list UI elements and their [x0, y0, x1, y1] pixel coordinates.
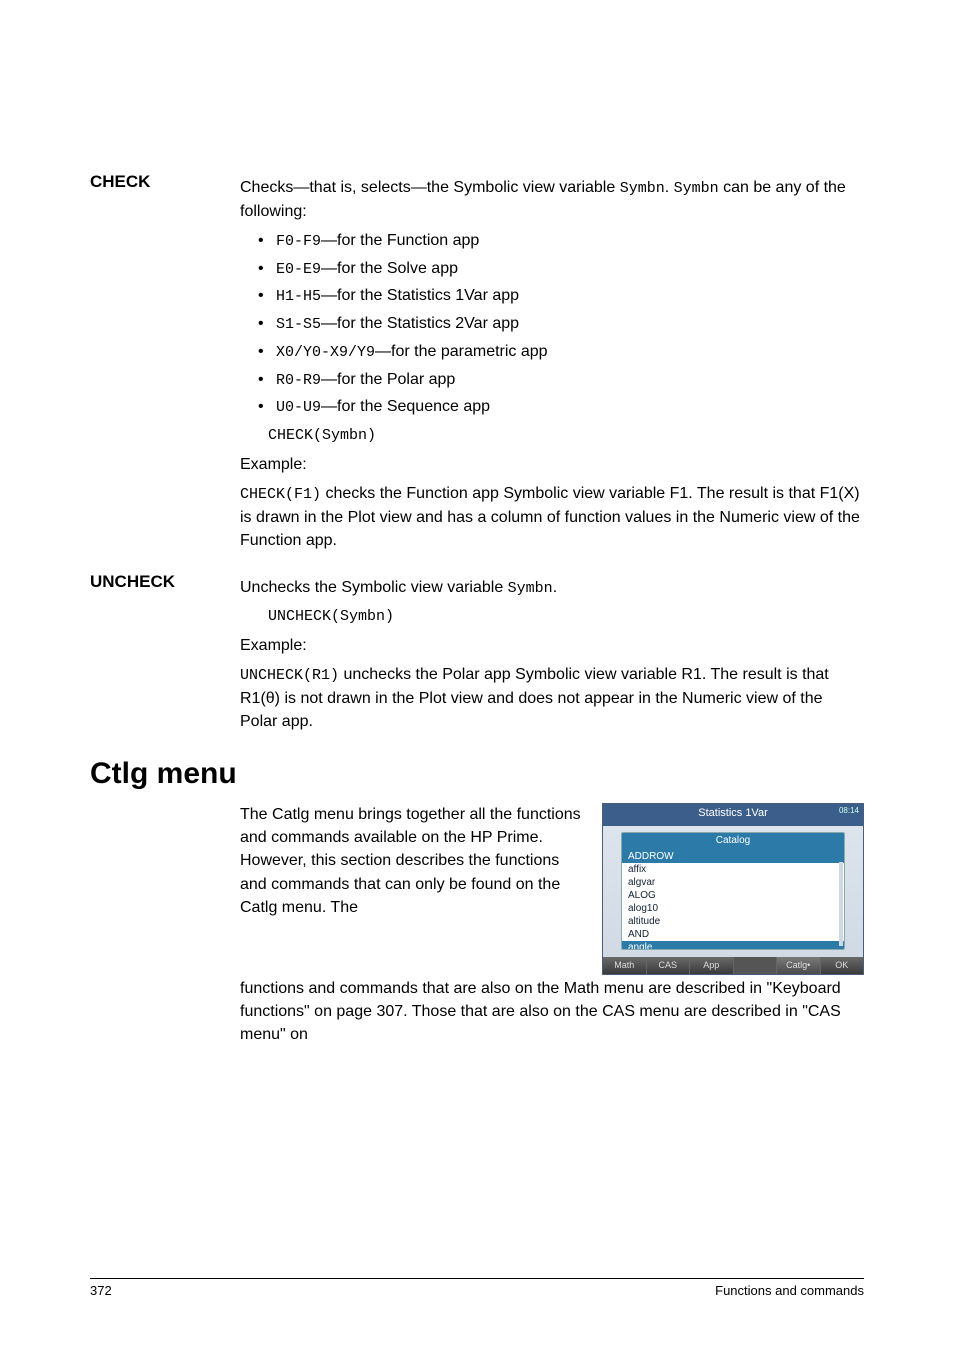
check-example: CHECK(F1) checks the Function app Symbol…: [240, 482, 864, 552]
page-number: 372: [90, 1283, 112, 1298]
check-heading: CHECK: [90, 170, 240, 558]
code: Symbn: [620, 180, 665, 197]
softkey-cas: CAS: [647, 957, 691, 974]
code: S1-S5: [276, 316, 321, 333]
example-label: Example:: [240, 634, 864, 657]
text: Checks—that is, selects—the Symbolic vie…: [240, 179, 620, 196]
softkey-bar: Math CAS App Catlg• OK: [603, 957, 863, 974]
spacer: [90, 803, 240, 1053]
text: —for the Sequence app: [321, 398, 490, 415]
screenshot-time: 08:14: [839, 805, 859, 817]
list-item: altitude: [622, 915, 844, 928]
text: —for the Statistics 1Var app: [321, 287, 519, 304]
catalog-list: ADDROW affix algvar ALOG alog10 altitude…: [622, 850, 844, 950]
softkey-math: Math: [603, 957, 647, 974]
ctlg-heading: Ctlg menu: [90, 757, 864, 791]
uncheck-intro: Unchecks the Symbolic view variable Symb…: [240, 576, 864, 600]
list-item: H1-H5—for the Statistics 1Var app: [258, 284, 864, 308]
softkey-catlg: Catlg•: [777, 957, 821, 974]
check-bullet-list: F0-F9—for the Function app E0-E9—for the…: [240, 229, 864, 419]
list-item: affix: [622, 863, 844, 876]
screenshot-title-bar: Statistics 1Var 08:14: [603, 804, 863, 826]
list-item: R0-R9—for the Polar app: [258, 368, 864, 392]
example-label: Example:: [240, 453, 864, 476]
code: R0-R9: [276, 372, 321, 389]
scrollbar: [839, 848, 843, 946]
text: .: [665, 179, 674, 196]
text: .: [553, 579, 557, 596]
code: Symbn: [508, 580, 553, 597]
page-footer: 372 Functions and commands: [90, 1278, 864, 1298]
code: U0-U9: [276, 399, 321, 416]
code: E0-E9: [276, 261, 321, 278]
text: —for the Function app: [321, 232, 479, 249]
list-item: U0-U9—for the Sequence app: [258, 395, 864, 419]
code: F0-F9: [276, 233, 321, 250]
text: checks the Function app Symbolic view va…: [240, 485, 860, 549]
code: Symbn: [674, 180, 719, 197]
uncheck-heading: UNCHECK: [90, 570, 240, 739]
screenshot-title: Statistics 1Var: [698, 807, 768, 819]
code: CHECK(F1): [240, 486, 321, 503]
text: —for the Polar app: [321, 371, 455, 388]
list-item: S1-S5—for the Statistics 2Var app: [258, 312, 864, 336]
ctlg-para2: functions and commands that are also on …: [240, 977, 864, 1047]
softkey-ok: OK: [821, 957, 864, 974]
calculator-screenshot: Statistics 1Var 08:14 Catalog ADDROW aff…: [602, 803, 864, 975]
text: —for the Statistics 2Var app: [321, 315, 519, 332]
code: X0/Y0-X9/Y9: [276, 344, 375, 361]
code: H1-H5: [276, 288, 321, 305]
code: UNCHECK(R1): [240, 667, 339, 684]
list-item: algvar: [622, 876, 844, 889]
uncheck-syntax: UNCHECK(Symbn): [240, 606, 864, 628]
list-item: ADDROW: [622, 850, 844, 863]
list-item: alog10: [622, 902, 844, 915]
list-item: AND: [622, 928, 844, 941]
softkey-blank: [734, 957, 778, 974]
text: —for the Solve app: [321, 260, 458, 277]
text: Unchecks the Symbolic view variable: [240, 579, 508, 596]
text: —for the parametric app: [375, 343, 548, 360]
catalog-header: Catalog: [622, 833, 844, 850]
ctlg-para1: The Catlg menu brings together all the f…: [240, 803, 588, 975]
list-item: X0/Y0-X9/Y9—for the parametric app: [258, 340, 864, 364]
list-item: angle: [622, 941, 844, 950]
check-syntax: CHECK(Symbn): [240, 425, 864, 447]
scrollbar-thumb: [839, 848, 843, 862]
list-item: F0-F9—for the Function app: [258, 229, 864, 253]
list-item: ALOG: [622, 889, 844, 902]
list-item: E0-E9—for the Solve app: [258, 257, 864, 281]
footer-title: Functions and commands: [715, 1283, 864, 1298]
check-intro: Checks—that is, selects—the Symbolic vie…: [240, 176, 864, 223]
softkey-app: App: [690, 957, 734, 974]
uncheck-example: UNCHECK(R1) unchecks the Polar app Symbo…: [240, 663, 864, 733]
